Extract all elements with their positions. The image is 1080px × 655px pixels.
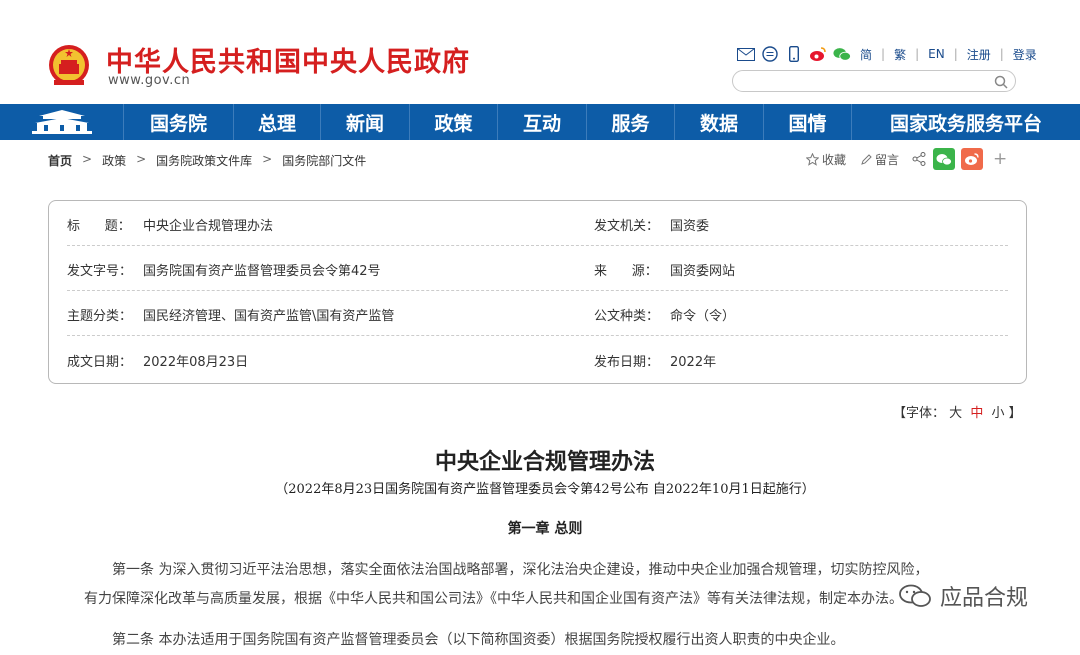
doc-type-label: 公文种类： <box>594 309 660 324</box>
link-separator: | <box>881 47 886 61</box>
main-nav: 国务院 总理 新闻 政策 互动 服务 数据 国情 国家政务服务平台 <box>0 104 1080 140</box>
document-title: 中央企业合规管理办法 <box>434 449 655 475</box>
nav-item-shuju[interactable]: 数据 <box>675 104 764 140</box>
topic-value: 国民经济管理、国有资产监管\国有资产监管 <box>143 309 395 324</box>
font-size-medium-button[interactable]: 中 <box>970 406 983 421</box>
weibo-share-icon[interactable] <box>961 148 984 170</box>
title-label: 标 题： <box>67 219 131 234</box>
font-size-control: 【字体： 大 中 小 】 <box>893 402 1022 421</box>
document-info-box: 标 题： 中央企业合规管理办法 发文机关： 国资委 发文字号： 国务院国有资产监… <box>48 200 1027 384</box>
nav-item-zhengce[interactable]: 政策 <box>410 104 498 140</box>
national-emblem-icon[interactable] <box>48 42 90 88</box>
share-tools: 收藏 留言 + <box>806 146 1007 172</box>
lang-simplified-link[interactable]: 简 <box>857 46 875 63</box>
font-size-large-button[interactable]: 大 <box>949 406 962 421</box>
nav-item-service-platform[interactable]: 国家政务服务平台 <box>852 104 1080 140</box>
issuer-value: 国资委 <box>670 219 710 234</box>
chapter-heading: 第一章 总则 <box>507 521 583 537</box>
weibo-icon[interactable] <box>809 46 827 62</box>
nav-item-guowuyuan[interactable]: 国务院 <box>124 104 234 140</box>
issuer-label: 发文机关： <box>594 219 660 234</box>
search-icon[interactable] <box>993 74 1009 90</box>
info-row-topic: 主题分类： 国民经济管理、国有资产监管\国有资产监管 公文种类： 命令（令） <box>67 291 1008 336</box>
link-separator: | <box>915 47 920 61</box>
docno-label: 发文字号： <box>67 264 133 279</box>
breadcrumb-home[interactable]: 首页 <box>48 152 72 169</box>
mobile-icon[interactable] <box>785 46 803 62</box>
font-size-small-button[interactable]: 小 <box>991 406 1004 421</box>
nav-home[interactable] <box>0 104 124 140</box>
nav-item-xinwen[interactable]: 新闻 <box>321 104 410 140</box>
font-size-prefix: 【字体： <box>893 406 946 421</box>
watermark: 应品合规 <box>898 580 1033 612</box>
breadcrumb-bar: 首页 > 政策 > 国务院政策文件库 > 国务院部门文件 收藏 留言 + <box>0 146 1080 174</box>
more-share-button[interactable]: + <box>993 149 1007 169</box>
login-link[interactable]: 登录 <box>1010 46 1040 63</box>
wechat-icon[interactable] <box>833 46 851 62</box>
share-icon[interactable] <box>911 151 927 167</box>
wechat-share-icon[interactable] <box>933 148 956 170</box>
written-date-value: 2022年08月23日 <box>143 355 249 370</box>
breadcrumb-department-docs[interactable]: 国务院部门文件 <box>282 152 366 169</box>
written-date-label: 成文日期： <box>67 355 133 370</box>
article-2-line-1: 第二条 本办法适用于国务院国有资产监督管理委员会（以下简称国资委）根据国务院授权… <box>112 632 845 648</box>
tiananmen-icon <box>31 110 92 134</box>
favorite-button[interactable]: 收藏 <box>806 151 846 168</box>
mail-icon[interactable] <box>737 46 755 62</box>
source-value: 国资委网站 <box>670 264 736 279</box>
top-links: 简 | 繁 | EN | 注册 | 登录 <box>737 44 1040 64</box>
nav-item-fuwu[interactable]: 服务 <box>587 104 675 140</box>
font-size-suffix: 】 <box>1008 406 1022 421</box>
breadcrumb-separator: > <box>82 152 93 166</box>
docno-value: 国务院国有资产监督管理委员会令第42号 <box>143 264 381 279</box>
source-label: 来 源： <box>594 264 658 279</box>
breadcrumb-separator: > <box>262 152 273 166</box>
title-value: 中央企业合规管理办法 <box>143 219 274 234</box>
nav-item-zongli[interactable]: 总理 <box>234 104 321 140</box>
site-header: 中华人民共和国中央人民政府 www.gov.cn 简 | 繁 | EN | 注册… <box>0 0 1080 104</box>
search-box <box>732 70 1016 92</box>
comment-button[interactable]: 留言 <box>860 151 899 168</box>
info-row-dates: 成文日期： 2022年08月23日 发布日期： 2022年 <box>67 337 1008 382</box>
lang-traditional-link[interactable]: 繁 <box>891 46 909 63</box>
comment-label: 留言 <box>875 152 900 167</box>
breadcrumb-policy[interactable]: 政策 <box>102 152 126 169</box>
link-separator: | <box>953 47 958 61</box>
lang-english-link[interactable]: EN <box>925 47 948 61</box>
watermark-text: 应品合规 <box>940 586 1029 611</box>
publish-date-value: 2022年 <box>670 355 717 370</box>
nav-item-hudong[interactable]: 互动 <box>498 104 587 140</box>
link-separator: | <box>999 47 1004 61</box>
register-link[interactable]: 注册 <box>964 46 994 63</box>
wechat-watermark-icon <box>899 584 931 607</box>
search-input[interactable] <box>745 72 985 92</box>
nav-item-guoqing[interactable]: 国情 <box>764 104 852 140</box>
breadcrumb-separator: > <box>136 152 147 166</box>
doc-type-value: 命令（令） <box>670 309 736 324</box>
site-url: www.gov.cn <box>108 73 191 88</box>
breadcrumb: 首页 > 政策 > 国务院政策文件库 > 国务院部门文件 <box>48 152 366 169</box>
document-subtitle: （2022年8月23日国务院国有资产监督管理委员会令第42号公布 自2022年1… <box>275 482 815 497</box>
favorite-label: 收藏 <box>822 152 847 167</box>
pencil-icon <box>861 153 872 165</box>
info-row-title: 标 题： 中央企业合规管理办法 发文机关： 国资委 <box>67 201 1008 246</box>
star-icon <box>806 152 819 166</box>
publish-date-label: 发布日期： <box>594 355 660 370</box>
message-icon[interactable] <box>761 46 779 62</box>
info-row-docno: 发文字号： 国务院国有资产监督管理委员会令第42号 来 源： 国资委网站 <box>67 246 1008 291</box>
topic-label: 主题分类： <box>67 309 133 324</box>
breadcrumb-policy-library[interactable]: 国务院政策文件库 <box>156 152 252 169</box>
